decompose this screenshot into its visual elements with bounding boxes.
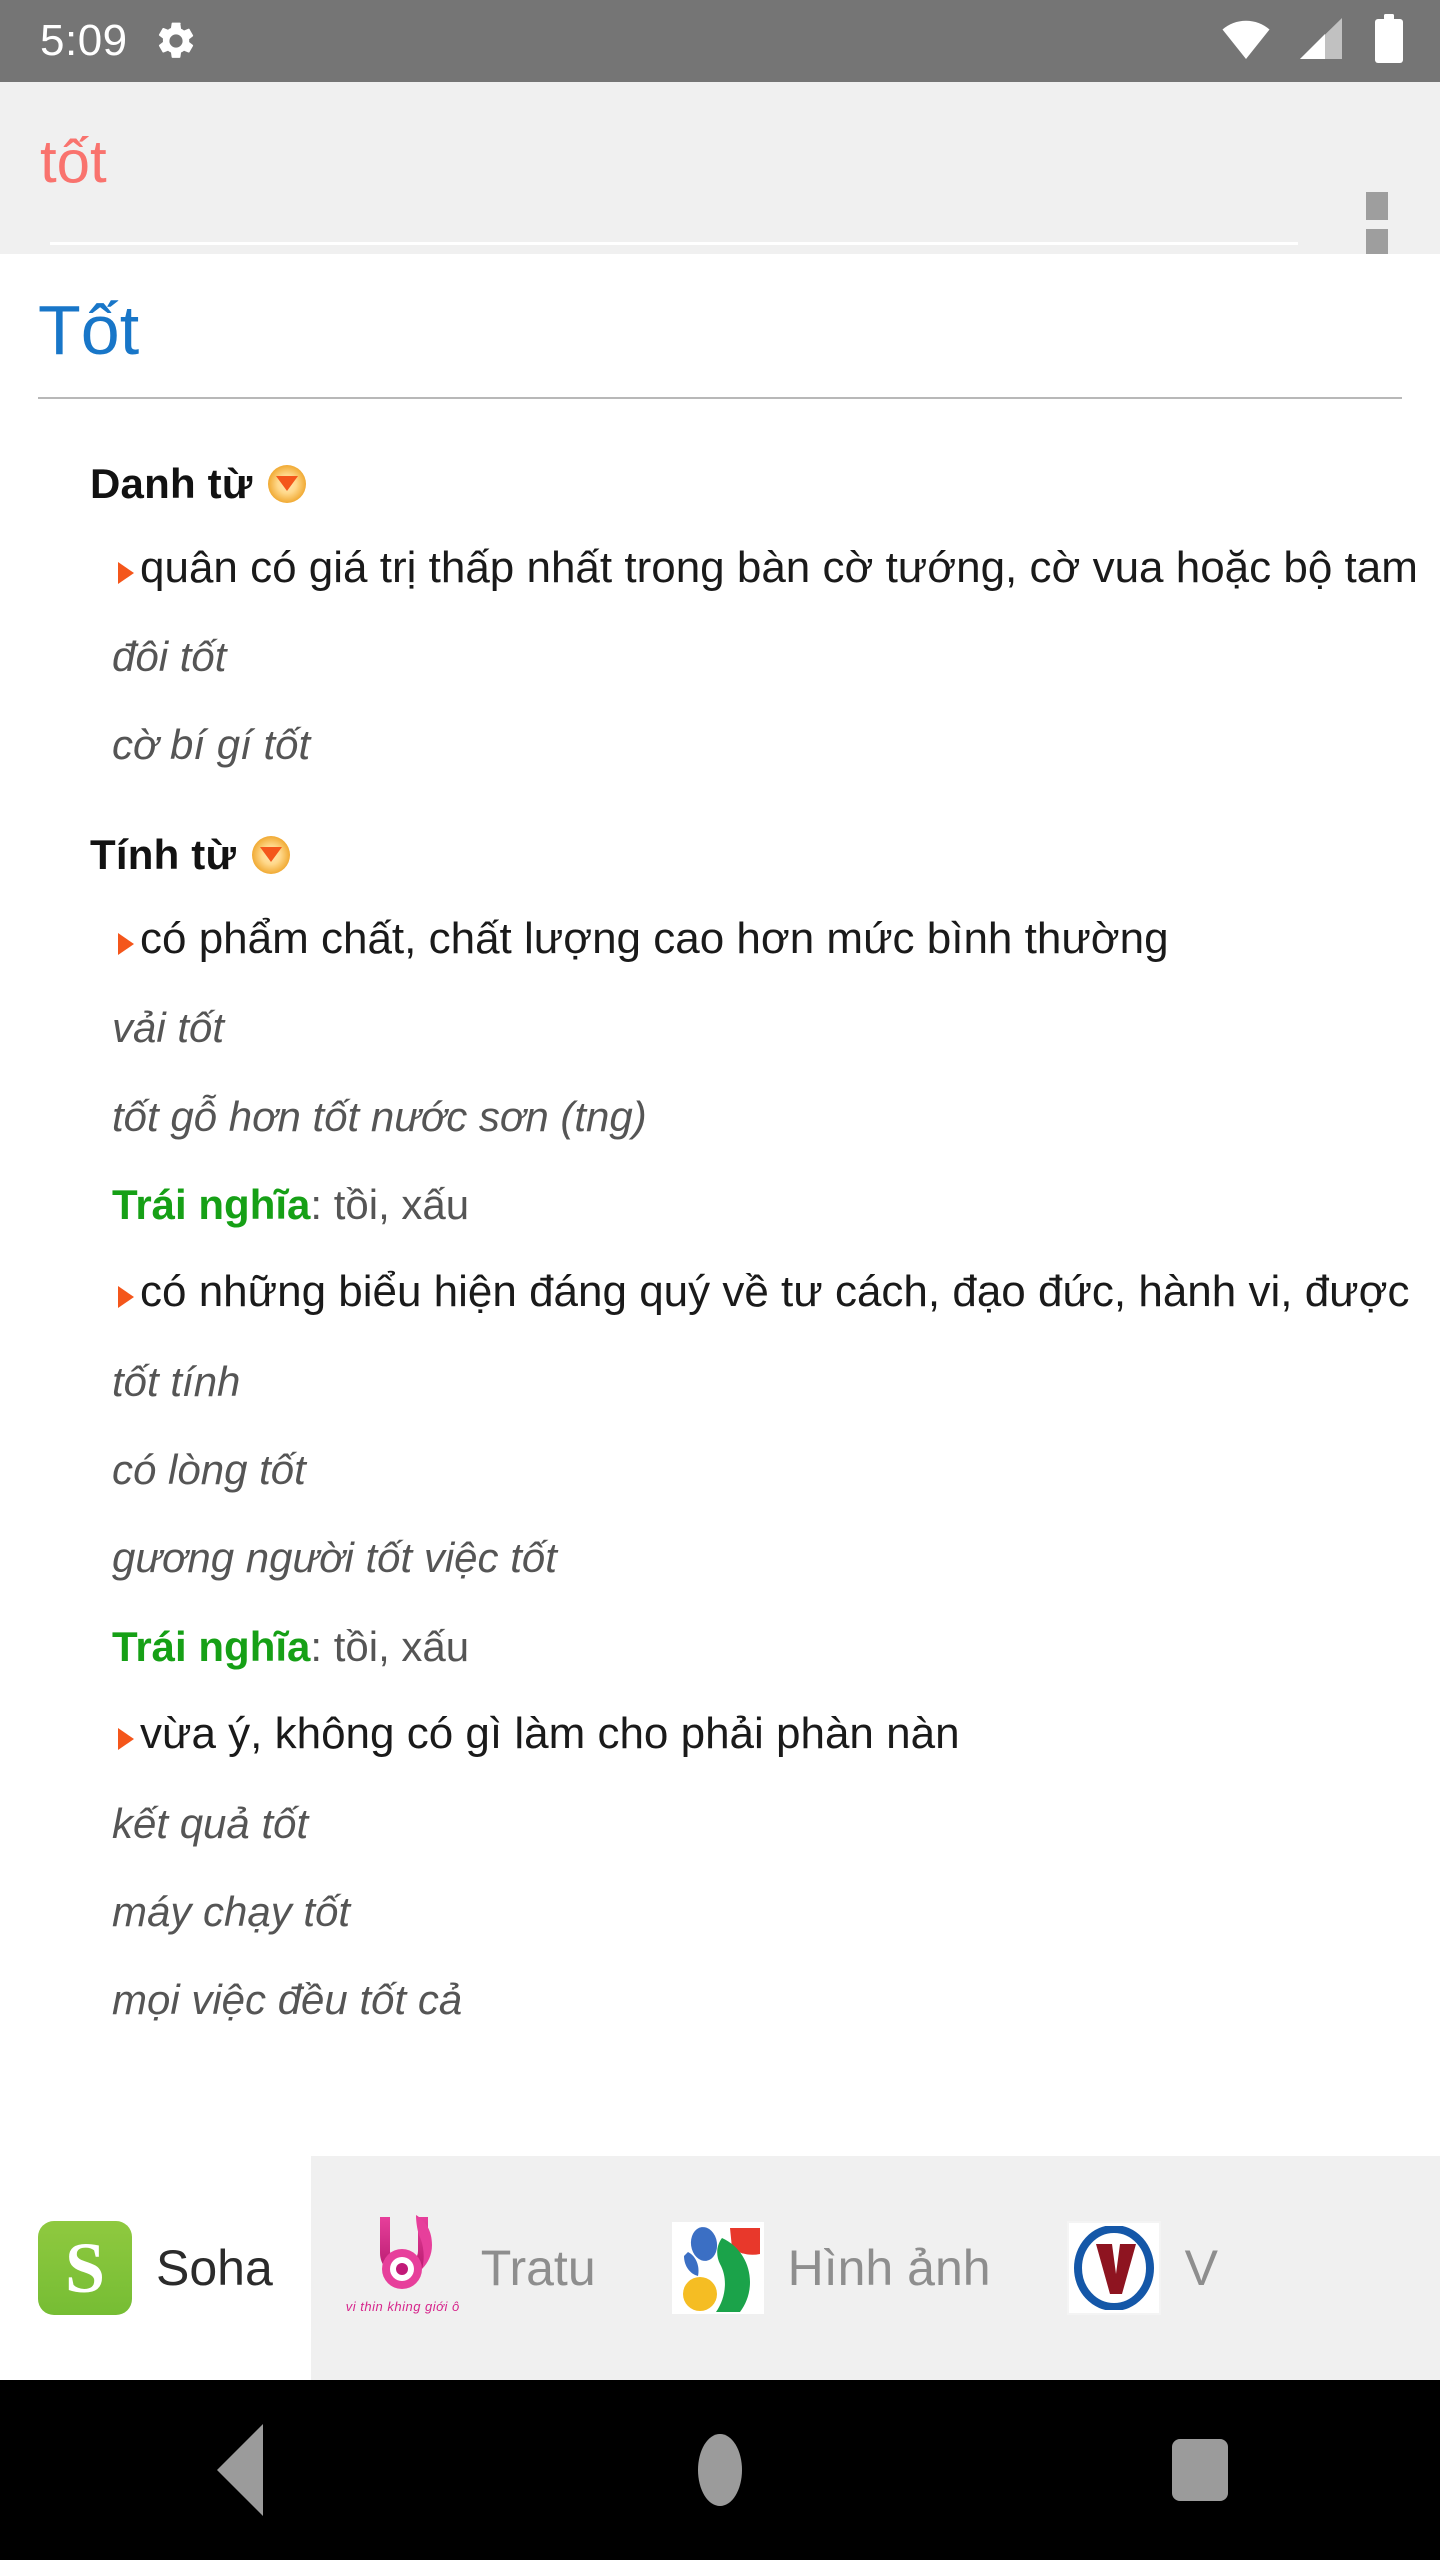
google-images-icon xyxy=(671,2222,764,2314)
collapse-toggle-icon[interactable] xyxy=(252,835,291,874)
sense-bullet-icon xyxy=(118,1727,134,1750)
home-icon xyxy=(698,2434,742,2506)
example-text: máy chạy tốt xyxy=(112,1887,351,1935)
overflow-dot-2 xyxy=(1366,229,1388,257)
soha-icon: S xyxy=(38,2221,132,2315)
tab-label: Hình ảnh xyxy=(787,2240,991,2296)
collapse-toggle-icon[interactable] xyxy=(268,464,307,503)
sense-item: có những biểu hiện đáng quý về tư cách, … xyxy=(118,1267,1440,1318)
vdict-icon xyxy=(1066,2221,1161,2315)
status-clock: 5:09 xyxy=(40,16,128,65)
recents-icon xyxy=(1172,2439,1228,2501)
example-text: gương người tốt việc tốt xyxy=(112,1534,557,1582)
gear-icon xyxy=(154,19,198,63)
source-tab-bar: S Soha vi thin khing giới ô Tratu Hình ả… xyxy=(0,2156,1440,2380)
search-input-value: tốt xyxy=(40,128,107,195)
sense-bullet-icon xyxy=(118,561,134,584)
wifi-icon xyxy=(1220,16,1272,67)
definition-scroll-area[interactable]: Tốt Danh từ quân có giá trị thấp nhất tr… xyxy=(0,254,1440,2156)
antonym-line: Trái nghĩa: tồi, xấu xyxy=(112,1181,1440,1229)
sense-definition: vừa ý, không có gì làm cho phải phàn nàn xyxy=(140,1708,960,1758)
status-bar: 5:09 xyxy=(0,0,1440,82)
overflow-dot-1 xyxy=(1366,192,1388,220)
sense-item: quân có giá trị thấp nhất trong bàn cờ t… xyxy=(118,543,1440,594)
app-bar: tốt xyxy=(0,82,1440,294)
pos-header-noun: Danh từ xyxy=(90,459,1440,507)
entry-adjective: Tính từ có phẩm chất, chất lượng cao hơn… xyxy=(0,830,1440,2025)
home-button[interactable] xyxy=(630,2380,810,2560)
sense-item: có phẩm chất, chất lượng cao hơn mức bìn… xyxy=(118,914,1440,965)
cellular-signal-icon xyxy=(1298,16,1346,67)
tab-soha[interactable]: S Soha xyxy=(0,2156,311,2380)
tab-tratu[interactable]: vi thin khing giới ô Tratu xyxy=(311,2156,634,2380)
sense-bullet-icon xyxy=(118,1286,134,1309)
sense-bullet-icon xyxy=(118,932,134,955)
android-navigation-bar xyxy=(0,2380,1440,2560)
tab-label: Tratu xyxy=(480,2240,596,2296)
example-text: cờ bí gí tốt xyxy=(112,721,311,769)
example-text: kết quả tốt xyxy=(112,1799,309,1847)
soha-icon-letter: S xyxy=(64,2228,106,2308)
antonym-value: : tồi, xấu xyxy=(310,1180,470,1228)
antonym-label: Trái nghĩa xyxy=(112,1622,311,1670)
example-text: tốt tính xyxy=(112,1357,241,1405)
antonym-label: Trái nghĩa xyxy=(112,1180,311,1228)
antonym-value: : tồi, xấu xyxy=(310,1622,470,1670)
example-text: đôi tốt xyxy=(112,633,227,681)
title-divider xyxy=(38,396,1402,399)
tab-hinh-anh[interactable]: Hình ảnh xyxy=(634,2156,1029,2380)
sense-definition: quân có giá trị thấp nhất trong bàn cờ t… xyxy=(140,542,1418,592)
pos-label: Danh từ xyxy=(90,459,253,507)
status-icons xyxy=(1220,13,1406,69)
entry-noun: Danh từ quân có giá trị thấp nhất trong … xyxy=(0,459,1440,770)
back-icon xyxy=(217,2424,263,2516)
example-text: có lòng tốt xyxy=(112,1446,306,1494)
tab-label: Soha xyxy=(156,2240,273,2296)
example-text: tốt gỗ hơn tốt nước sơn (tng) xyxy=(112,1092,647,1140)
sense-item: vừa ý, không có gì làm cho phải phàn nàn xyxy=(118,1709,1440,1760)
tab-vdict[interactable]: V xyxy=(1029,2156,1256,2380)
page-title: Tốt xyxy=(38,291,140,369)
search-underline xyxy=(50,242,1298,245)
example-text: vải tốt xyxy=(112,1004,225,1052)
tratu-icon: vi thin khing giới ô xyxy=(345,2209,460,2327)
pos-header-adjective: Tính từ xyxy=(90,830,1440,878)
antonym-line: Trái nghĩa: tồi, xấu xyxy=(112,1623,1440,1671)
example-text: mọi việc đều tốt cả xyxy=(112,1976,463,2024)
tab-label: V xyxy=(1184,2240,1218,2296)
back-button[interactable] xyxy=(150,2380,330,2560)
search-input[interactable]: tốt xyxy=(40,130,1295,208)
battery-icon xyxy=(1372,13,1406,69)
sense-definition: có phẩm chất, chất lượng cao hơn mức bìn… xyxy=(140,913,1169,963)
pos-label: Tính từ xyxy=(90,830,237,878)
phone-screen: 5:09 tốt Tốt Danh từ quân có giá trị thấ… xyxy=(0,0,1440,2560)
sense-definition: có những biểu hiện đáng quý về tư cách, … xyxy=(140,1267,1410,1317)
tratu-icon-tagline: vi thin khing giới ô xyxy=(345,2299,460,2314)
recents-button[interactable] xyxy=(1110,2380,1290,2560)
